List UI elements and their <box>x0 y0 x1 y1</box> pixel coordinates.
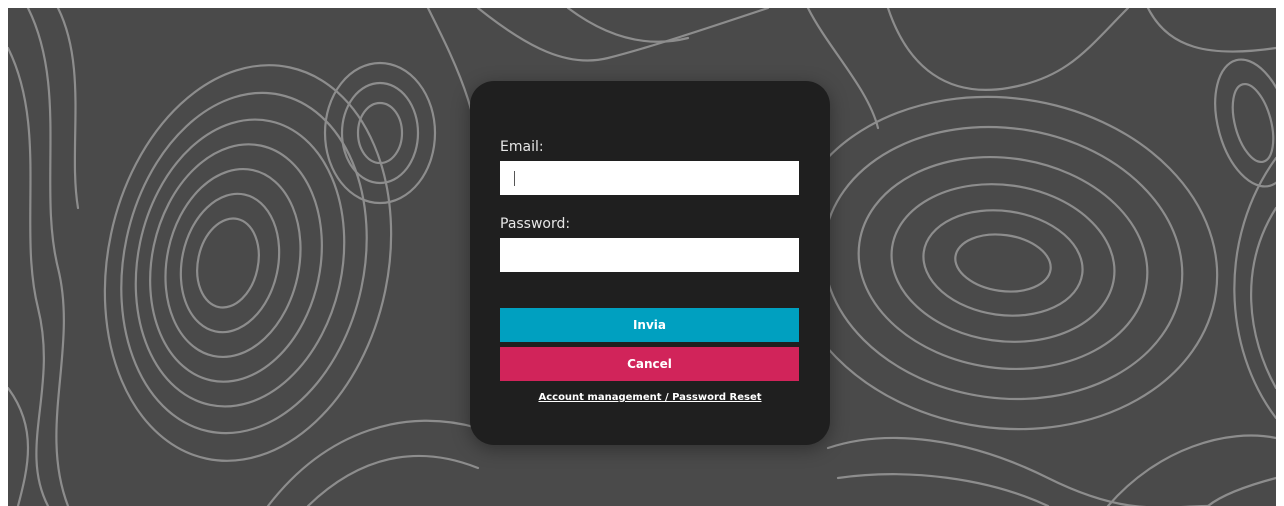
text-caret <box>514 171 515 186</box>
password-field[interactable] <box>500 238 799 272</box>
login-card: Email: Password: Invia Cancel Account ma… <box>470 81 830 445</box>
email-label: Email: <box>500 139 544 155</box>
password-label: Password: <box>500 216 571 232</box>
account-management-link[interactable]: Account management / Password Reset <box>470 392 830 403</box>
submit-button[interactable]: Invia <box>500 308 799 342</box>
cancel-button[interactable]: Cancel <box>500 347 799 381</box>
email-field[interactable] <box>500 161 799 195</box>
login-page: Email: Password: Invia Cancel Account ma… <box>8 8 1276 506</box>
